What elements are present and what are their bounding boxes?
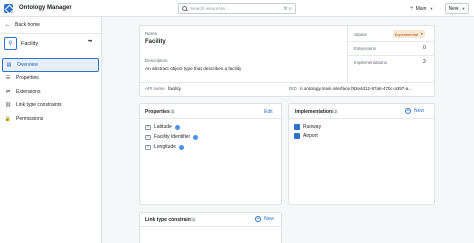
new-button[interactable]: New ▼ — [445, 3, 469, 14]
implementations-count: 2 — [333, 109, 339, 114]
implementation-item[interactable]: Airport — [294, 133, 318, 139]
plus-icon: + — [405, 108, 411, 114]
implementations-label: Implementations — [354, 60, 388, 65]
link-type-constraints-title: Link type constraints — [145, 217, 196, 223]
shared-property-icon — [178, 144, 184, 150]
arrow-left-icon: ← — [5, 22, 11, 28]
sidebar-item-label: Link type constraints — [16, 102, 62, 109]
divider — [0, 33, 102, 34]
overview-icon: ▤ — [6, 61, 12, 68]
rid-value[interactable]: ri.ontology.main.interface.f82e4d12-97a6… — [300, 86, 434, 91]
branch-selector[interactable]: ⑂ Main ▼ — [410, 3, 433, 14]
description-label: Description — [145, 58, 168, 63]
description-value: An abstract object type that describes a… — [145, 66, 242, 71]
implementation-label: Runway — [303, 124, 322, 130]
shared-property-icon — [174, 124, 180, 130]
text-type-icon: T — [145, 144, 151, 150]
chevron-down-icon: ▼ — [419, 32, 424, 36]
property-label: Latitude — [154, 124, 172, 130]
sidebar-item-extensions[interactable]: ⇄ Extensions — [2, 85, 99, 99]
sidebar-item-label: Properties — [16, 75, 39, 82]
status-badge[interactable]: Experimental ▼ — [393, 30, 425, 38]
object-type-icon: ⚲ — [4, 37, 17, 50]
implementation-item[interactable]: Runway — [294, 124, 321, 130]
search-shortcut: ⌘ K — [283, 5, 292, 11]
divider — [140, 82, 434, 83]
implementation-label: Airport — [303, 133, 318, 139]
properties-count: 3 — [170, 109, 176, 114]
implementations-title: Implementations — [295, 109, 335, 115]
branch-label: Main — [415, 5, 427, 12]
property-item[interactable]: T Longitude — [145, 144, 184, 150]
more-options-icon[interactable]: ••• — [88, 39, 92, 45]
stats-divider — [347, 26, 348, 82]
link-icon: ⛓ — [4, 102, 12, 109]
properties-title: Properties — [145, 109, 170, 115]
object-type-icon — [294, 133, 300, 139]
name-value: Facility — [145, 39, 166, 45]
extensions-label: Extensions — [354, 46, 377, 51]
new-link-constraint-button[interactable]: + New — [255, 216, 274, 222]
new-implementation-button[interactable]: + New — [405, 108, 424, 114]
rid-label: RID — [289, 86, 297, 91]
sidebar-nav: ▤ Overview ☰ Properties ⇄ Extensions ⛓ L… — [2, 58, 99, 126]
object-name: Facility — [21, 41, 39, 47]
text-type-icon: T — [145, 134, 151, 140]
api-name-value: facility — [168, 86, 182, 91]
status-label: Status — [354, 32, 367, 37]
property-label: Facility Identifier — [154, 134, 191, 140]
property-item[interactable]: T Latitude — [145, 124, 180, 130]
name-label: Name — [145, 31, 158, 36]
top-bar: Ontology Manager Search resources... ⌘ K… — [0, 0, 474, 17]
search-input[interactable]: Search resources... ⌘ K — [178, 3, 296, 14]
divider — [348, 41, 434, 42]
edit-properties-button[interactable]: Edit — [264, 109, 273, 115]
extensions-icon: ⇄ — [5, 88, 11, 95]
sidebar-item-overview[interactable]: ▤ Overview — [2, 58, 99, 72]
new-button-label: New — [448, 5, 459, 12]
back-home-label: Back home — [15, 22, 41, 28]
sidebar-item-label: Overview — [17, 61, 38, 68]
app-title: Ontology Manager — [19, 5, 72, 11]
api-name-label: API name — [145, 86, 165, 91]
property-label: Longitude — [154, 144, 176, 150]
plus-icon: + — [255, 216, 261, 222]
sidebar-item-link-type-constraints[interactable]: ⛓ Link type constraints — [2, 99, 99, 113]
implementations-value: 2 — [423, 59, 426, 65]
sidebar-item-properties[interactable]: ☰ Properties — [2, 72, 99, 86]
search-icon — [182, 6, 187, 11]
status-value: Experimental — [394, 31, 418, 37]
app-logo-icon — [4, 3, 13, 13]
shared-property-icon — [193, 134, 199, 140]
new-implementation-label: New — [414, 108, 425, 114]
text-type-icon: T — [145, 124, 151, 130]
divider — [140, 118, 281, 119]
divider — [289, 118, 434, 119]
chevron-down-icon: ▼ — [461, 6, 466, 11]
object-type-icon — [294, 124, 300, 130]
link-type-constraints-count: 0 — [191, 217, 197, 222]
new-link-constraint-label: New — [264, 216, 275, 222]
branch-icon: ⑂ — [410, 5, 414, 12]
search-placeholder: Search resources... — [190, 6, 230, 11]
sidebar-item-label: Extensions — [16, 88, 41, 95]
divider — [140, 226, 281, 227]
sidebar: ← Back home ⚲ Facility ••• ▤ Overview ☰ … — [0, 17, 102, 243]
sidebar-item-permissions[interactable]: 🔒 Permissions — [2, 112, 99, 126]
properties-icon: ☰ — [5, 75, 11, 82]
back-home-link[interactable]: ← Back home — [5, 22, 40, 28]
divider — [348, 55, 434, 56]
chevron-down-icon: ▼ — [429, 6, 434, 11]
sidebar-item-label: Permissions — [16, 115, 44, 122]
lock-icon: 🔒 — [4, 115, 12, 122]
extensions-value: 0 — [423, 45, 426, 51]
property-item[interactable]: T Facility Identifier — [145, 134, 199, 140]
